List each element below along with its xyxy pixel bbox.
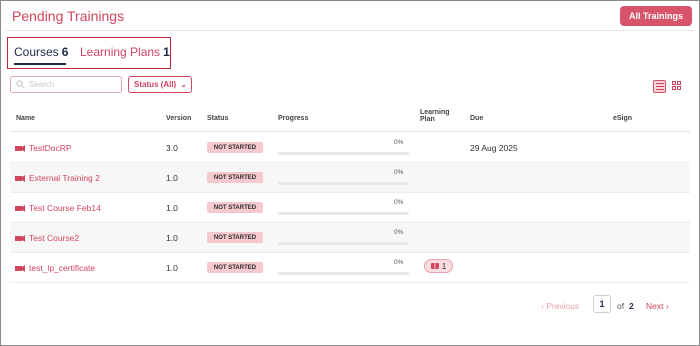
course-version: 3.0: [166, 143, 178, 153]
tab-courses[interactable]: Courses 6: [14, 45, 68, 59]
status-filter-label: Status (All): [134, 80, 177, 89]
course-icon: [15, 174, 25, 182]
status-badge: NOT STARTED: [207, 172, 263, 183]
course-name-link[interactable]: Test Course Feb14: [15, 203, 101, 213]
tab-courses-count: 6: [61, 45, 69, 59]
column-header-learning-plan: Learning Plan: [420, 109, 450, 123]
status-filter-dropdown[interactable]: Status (All) ⌄: [128, 76, 192, 93]
progress-percent: 0%: [394, 169, 404, 176]
tab-learning-plans-label: Learning Plans: [80, 45, 161, 59]
book-icon: [430, 263, 439, 269]
previous-page-button[interactable]: ‹ Previous: [541, 301, 579, 311]
pagination-of-label: of: [617, 301, 625, 311]
header-divider: [6, 30, 694, 31]
course-icon: [15, 264, 25, 272]
course-name-link[interactable]: External Training 2: [15, 173, 100, 183]
all-trainings-button[interactable]: All Trainings: [620, 6, 692, 26]
progress-bar: [278, 242, 409, 245]
learning-plan-badge[interactable]: 1: [424, 259, 453, 273]
status-badge: NOT STARTED: [207, 232, 263, 243]
course-icon: [15, 234, 25, 242]
next-page-button[interactable]: Next ›: [646, 301, 669, 311]
tab-learning-plans-count: 1: [163, 45, 170, 59]
course-version: 1.0: [166, 263, 178, 273]
table-row: Test Course Feb14 1.0 NOT STARTED 0%: [10, 193, 690, 223]
header-row-divider: [10, 131, 690, 132]
course-name: Test Course Feb14: [29, 203, 101, 213]
course-name: TestDocRP: [29, 143, 72, 153]
tab-learning-plans[interactable]: Learning Plans 1: [80, 45, 170, 59]
progress-bar: [278, 272, 409, 275]
course-name-link[interactable]: Test Course2: [15, 233, 79, 243]
progress-percent: 0%: [394, 259, 404, 266]
tab-courses-label: Courses: [14, 45, 59, 59]
status-badge: NOT STARTED: [207, 202, 263, 213]
column-header-progress: Progress: [278, 115, 309, 122]
column-header-status: Status: [207, 115, 229, 122]
column-header-learning-plan-line2: Plan: [420, 116, 435, 123]
table-row: TestDocRP 3.0 NOT STARTED 0% 29 Aug 2025: [10, 133, 690, 163]
status-badge: NOT STARTED: [207, 142, 263, 153]
column-header-esign: eSign: [613, 115, 633, 122]
course-name-link[interactable]: test_lp_certificate: [15, 263, 95, 273]
course-name: Test Course2: [29, 233, 80, 243]
course-icon: [15, 144, 25, 152]
course-version: 1.0: [166, 173, 178, 183]
course-icon: [15, 204, 25, 212]
table-row: Test Course2 1.0 NOT STARTED 0%: [10, 223, 690, 253]
search-input[interactable]: [29, 80, 119, 89]
course-version: 1.0: [166, 203, 178, 213]
progress-percent: 0%: [394, 199, 404, 206]
progress-percent: 0%: [394, 139, 404, 146]
current-page-box[interactable]: 1: [593, 295, 611, 313]
course-name-link[interactable]: TestDocRP: [15, 143, 72, 153]
progress-bar: [278, 212, 409, 215]
table-row: test_lp_certificate 1.0 NOT STARTED 0% 1: [10, 253, 690, 283]
page-title: Pending Trainings: [12, 8, 125, 24]
grid-view-icon[interactable]: [671, 80, 682, 91]
search-box[interactable]: [10, 76, 122, 93]
list-view-icon[interactable]: [653, 80, 666, 93]
status-badge: NOT STARTED: [207, 262, 263, 273]
course-name: External Training 2: [29, 173, 100, 183]
learning-plan-count: 1: [441, 261, 447, 271]
total-pages: 2: [629, 301, 634, 311]
table-row: External Training 2 1.0 NOT STARTED 0%: [10, 163, 690, 193]
column-header-learning-plan-line1: Learning: [420, 109, 450, 116]
column-header-name: Name: [16, 115, 36, 122]
chevron-down-icon: ⌄: [180, 80, 187, 89]
column-header-due: Due: [470, 115, 484, 122]
due-date: 29 Aug 2025: [470, 143, 518, 153]
column-header-version: Version: [166, 115, 192, 122]
search-icon: [16, 80, 25, 89]
progress-bar: [278, 182, 409, 185]
course-name: test_lp_certificate: [29, 263, 96, 273]
course-version: 1.0: [166, 233, 178, 243]
active-tab-underline: [14, 63, 66, 65]
progress-bar: [278, 152, 409, 155]
progress-percent: 0%: [394, 229, 404, 236]
